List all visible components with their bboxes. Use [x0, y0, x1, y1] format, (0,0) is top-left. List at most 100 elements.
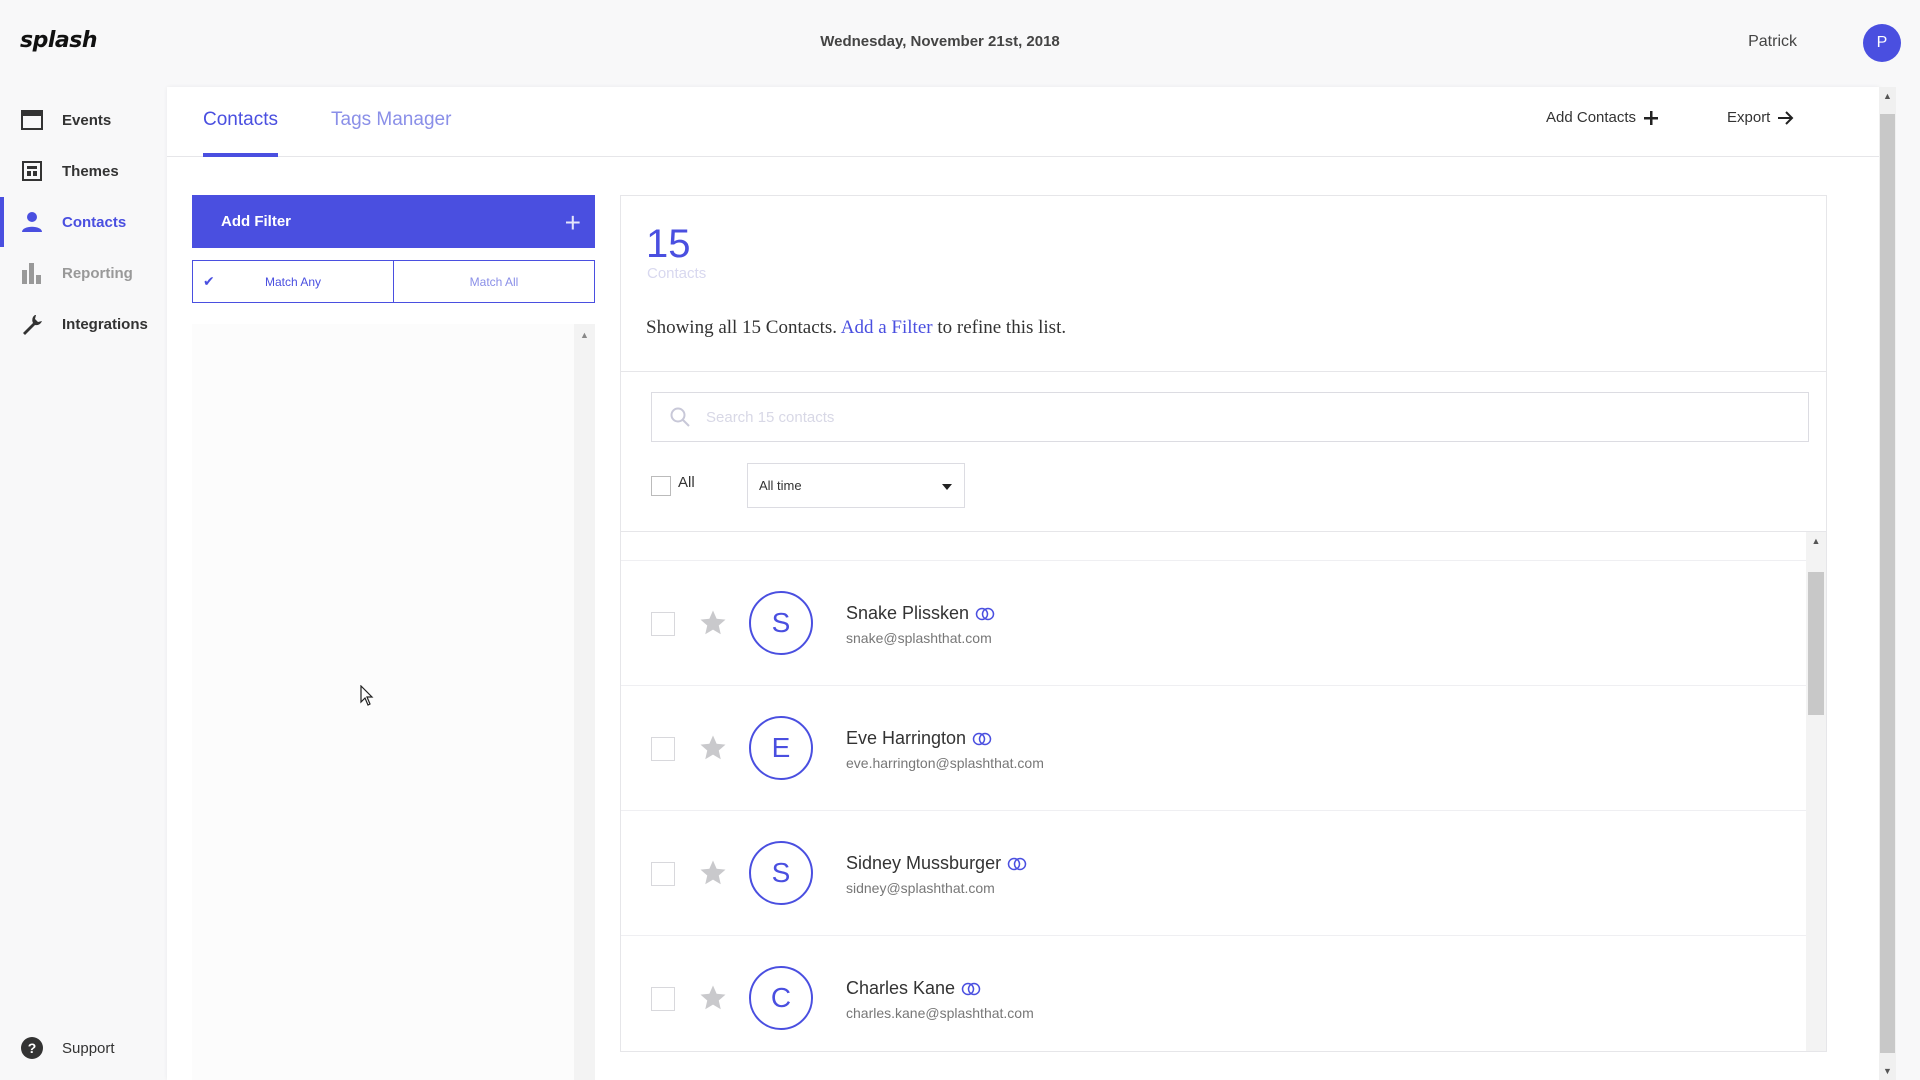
top-bar: splash Wednesday, November 21st, 2018 Pa…	[0, 0, 1920, 85]
user-name[interactable]: Patrick	[1748, 33, 1797, 51]
contact-list: S Snake Plissken snake@splashthat.com E …	[621, 532, 1826, 1051]
linked-rings-icon	[975, 607, 995, 620]
contact-name-text: Snake Plissken	[846, 603, 970, 623]
scroll-up-icon[interactable]: ▲	[1806, 536, 1826, 546]
export-label: Export	[1727, 109, 1771, 126]
arrow-right-icon	[1778, 110, 1794, 125]
contacts-summary: Showing all 15 Contacts. Add a Filter to…	[646, 317, 1066, 339]
time-filter-select[interactable]: All time	[747, 463, 965, 508]
list-scrollbar[interactable]: ▲	[1806, 532, 1826, 1051]
contact-name[interactable]: Charles Kane	[846, 978, 981, 999]
svg-text:?: ?	[28, 1040, 37, 1056]
row-checkbox[interactable]	[651, 612, 675, 636]
filter-scrollbar[interactable]: ▲	[574, 324, 595, 1080]
sidebar-item-contacts[interactable]: Contacts	[0, 197, 166, 247]
sidebar-item-label: Integrations	[62, 315, 148, 333]
avatar[interactable]: P	[1863, 24, 1901, 62]
linked-rings-icon	[961, 982, 981, 995]
bar-chart-icon	[20, 261, 44, 285]
contact-email: charles.kane@splashthat.com	[846, 1005, 1034, 1021]
sidebar-item-integrations[interactable]: Integrations	[0, 299, 166, 349]
wrench-icon	[20, 312, 44, 336]
contacts-count-label: Contacts	[647, 265, 707, 282]
search-box	[651, 392, 1809, 442]
contact-name-text: Eve Harrington	[846, 728, 967, 748]
sidebar-item-events[interactable]: Events	[0, 95, 166, 145]
contact-email: snake@splashthat.com	[846, 630, 992, 646]
select-all-label: All	[678, 474, 695, 491]
search-icon	[670, 407, 690, 427]
match-toggle: ✔ Match Any Match All	[192, 260, 595, 303]
add-contacts-button[interactable]: Add Contacts	[1546, 109, 1659, 126]
filter-list-pane	[192, 324, 574, 1080]
sidebar: Events Themes Contacts Reporting Integra…	[0, 85, 166, 1080]
select-all-checkbox[interactable]	[651, 476, 671, 496]
contact-avatar: E	[749, 716, 813, 780]
contact-row[interactable]: C Charles Kane charles.kane@splashthat.c…	[621, 936, 1806, 1051]
contact-row[interactable]: S Snake Plissken snake@splashthat.com	[621, 561, 1806, 686]
sidebar-item-label: Reporting	[62, 264, 133, 282]
scroll-up-icon[interactable]: ▲	[1879, 91, 1896, 101]
sidebar-item-label: Contacts	[62, 213, 127, 231]
match-any-button[interactable]: ✔ Match Any	[193, 261, 393, 302]
search-input[interactable]	[706, 408, 1706, 426]
plus-icon	[1644, 110, 1659, 125]
contacts-card: 15 Contacts Showing all 15 Contacts. Add…	[620, 195, 1827, 1052]
contact-row[interactable]: S Sidney Mussburger sidney@splashthat.co…	[621, 811, 1806, 936]
person-icon	[20, 210, 44, 234]
match-any-label: Match Any	[264, 274, 322, 289]
mouse-cursor-icon	[360, 685, 374, 706]
contact-name[interactable]: Snake Plissken	[846, 603, 995, 624]
sidebar-item-support[interactable]: ? Support	[0, 1023, 166, 1073]
contact-name[interactable]: Sidney Mussburger	[846, 853, 1027, 874]
add-contacts-label: Add Contacts	[1546, 109, 1637, 126]
linked-rings-icon	[1007, 857, 1027, 870]
row-checkbox[interactable]	[651, 987, 675, 1011]
page-scrollbar[interactable]: ▲ ▼	[1879, 87, 1896, 1080]
contact-avatar: C	[749, 966, 813, 1030]
star-icon[interactable]	[697, 733, 729, 763]
match-all-button[interactable]: Match All	[393, 261, 594, 302]
linked-rings-icon	[972, 732, 992, 745]
add-filter-link[interactable]: Add a Filter	[841, 317, 933, 338]
scroll-down-icon[interactable]: ▼	[1879, 1066, 1896, 1076]
contact-row[interactable]: E Eve Harrington eve.harrington@splashth…	[621, 686, 1806, 811]
sidebar-item-themes[interactable]: Themes	[0, 146, 166, 196]
main-panel: Contacts Tags Manager Add Contacts Expor…	[167, 87, 1880, 1080]
sidebar-item-label: Events	[62, 111, 112, 129]
sidebar-item-label: Support	[62, 1039, 115, 1057]
scroll-up-icon[interactable]: ▲	[574, 330, 595, 340]
star-icon[interactable]	[697, 608, 729, 638]
calendar-icon	[20, 108, 44, 132]
summary-text-end: to refine this list.	[937, 317, 1067, 338]
caret-down-icon	[942, 484, 952, 490]
contact-name-text: Charles Kane	[846, 978, 956, 998]
row-checkbox[interactable]	[651, 862, 675, 886]
add-filter-label: Add Filter	[221, 213, 291, 230]
contact-avatar: S	[749, 591, 813, 655]
scroll-thumb[interactable]	[1808, 572, 1824, 715]
time-filter-value: All time	[759, 478, 802, 493]
sidebar-item-reporting[interactable]: Reporting	[0, 248, 166, 298]
export-button[interactable]: Export	[1727, 109, 1794, 126]
current-date: Wednesday, November 21st, 2018	[820, 33, 1060, 50]
summary-text: Showing all 15 Contacts.	[646, 317, 838, 338]
plus-icon: +	[564, 207, 581, 238]
match-all-label: Match All	[469, 274, 519, 289]
add-filter-button[interactable]: Add Filter +	[192, 195, 595, 248]
star-icon[interactable]	[697, 858, 729, 888]
divider	[621, 371, 1826, 372]
help-icon: ?	[20, 1036, 44, 1060]
tab-bar: Contacts Tags Manager Add Contacts Expor…	[167, 87, 1880, 157]
contact-email: sidney@splashthat.com	[846, 880, 995, 896]
contact-name-text: Sidney Mussburger	[846, 853, 1002, 873]
scroll-thumb[interactable]	[1880, 114, 1895, 1053]
layout-icon	[20, 159, 44, 183]
tab-tags-manager[interactable]: Tags Manager	[331, 109, 451, 157]
row-checkbox[interactable]	[651, 737, 675, 761]
sidebar-item-label: Themes	[62, 162, 119, 180]
star-icon[interactable]	[697, 983, 729, 1013]
tab-contacts[interactable]: Contacts	[203, 109, 278, 157]
contact-name[interactable]: Eve Harrington	[846, 728, 992, 749]
contact-email: eve.harrington@splashthat.com	[846, 755, 1044, 771]
